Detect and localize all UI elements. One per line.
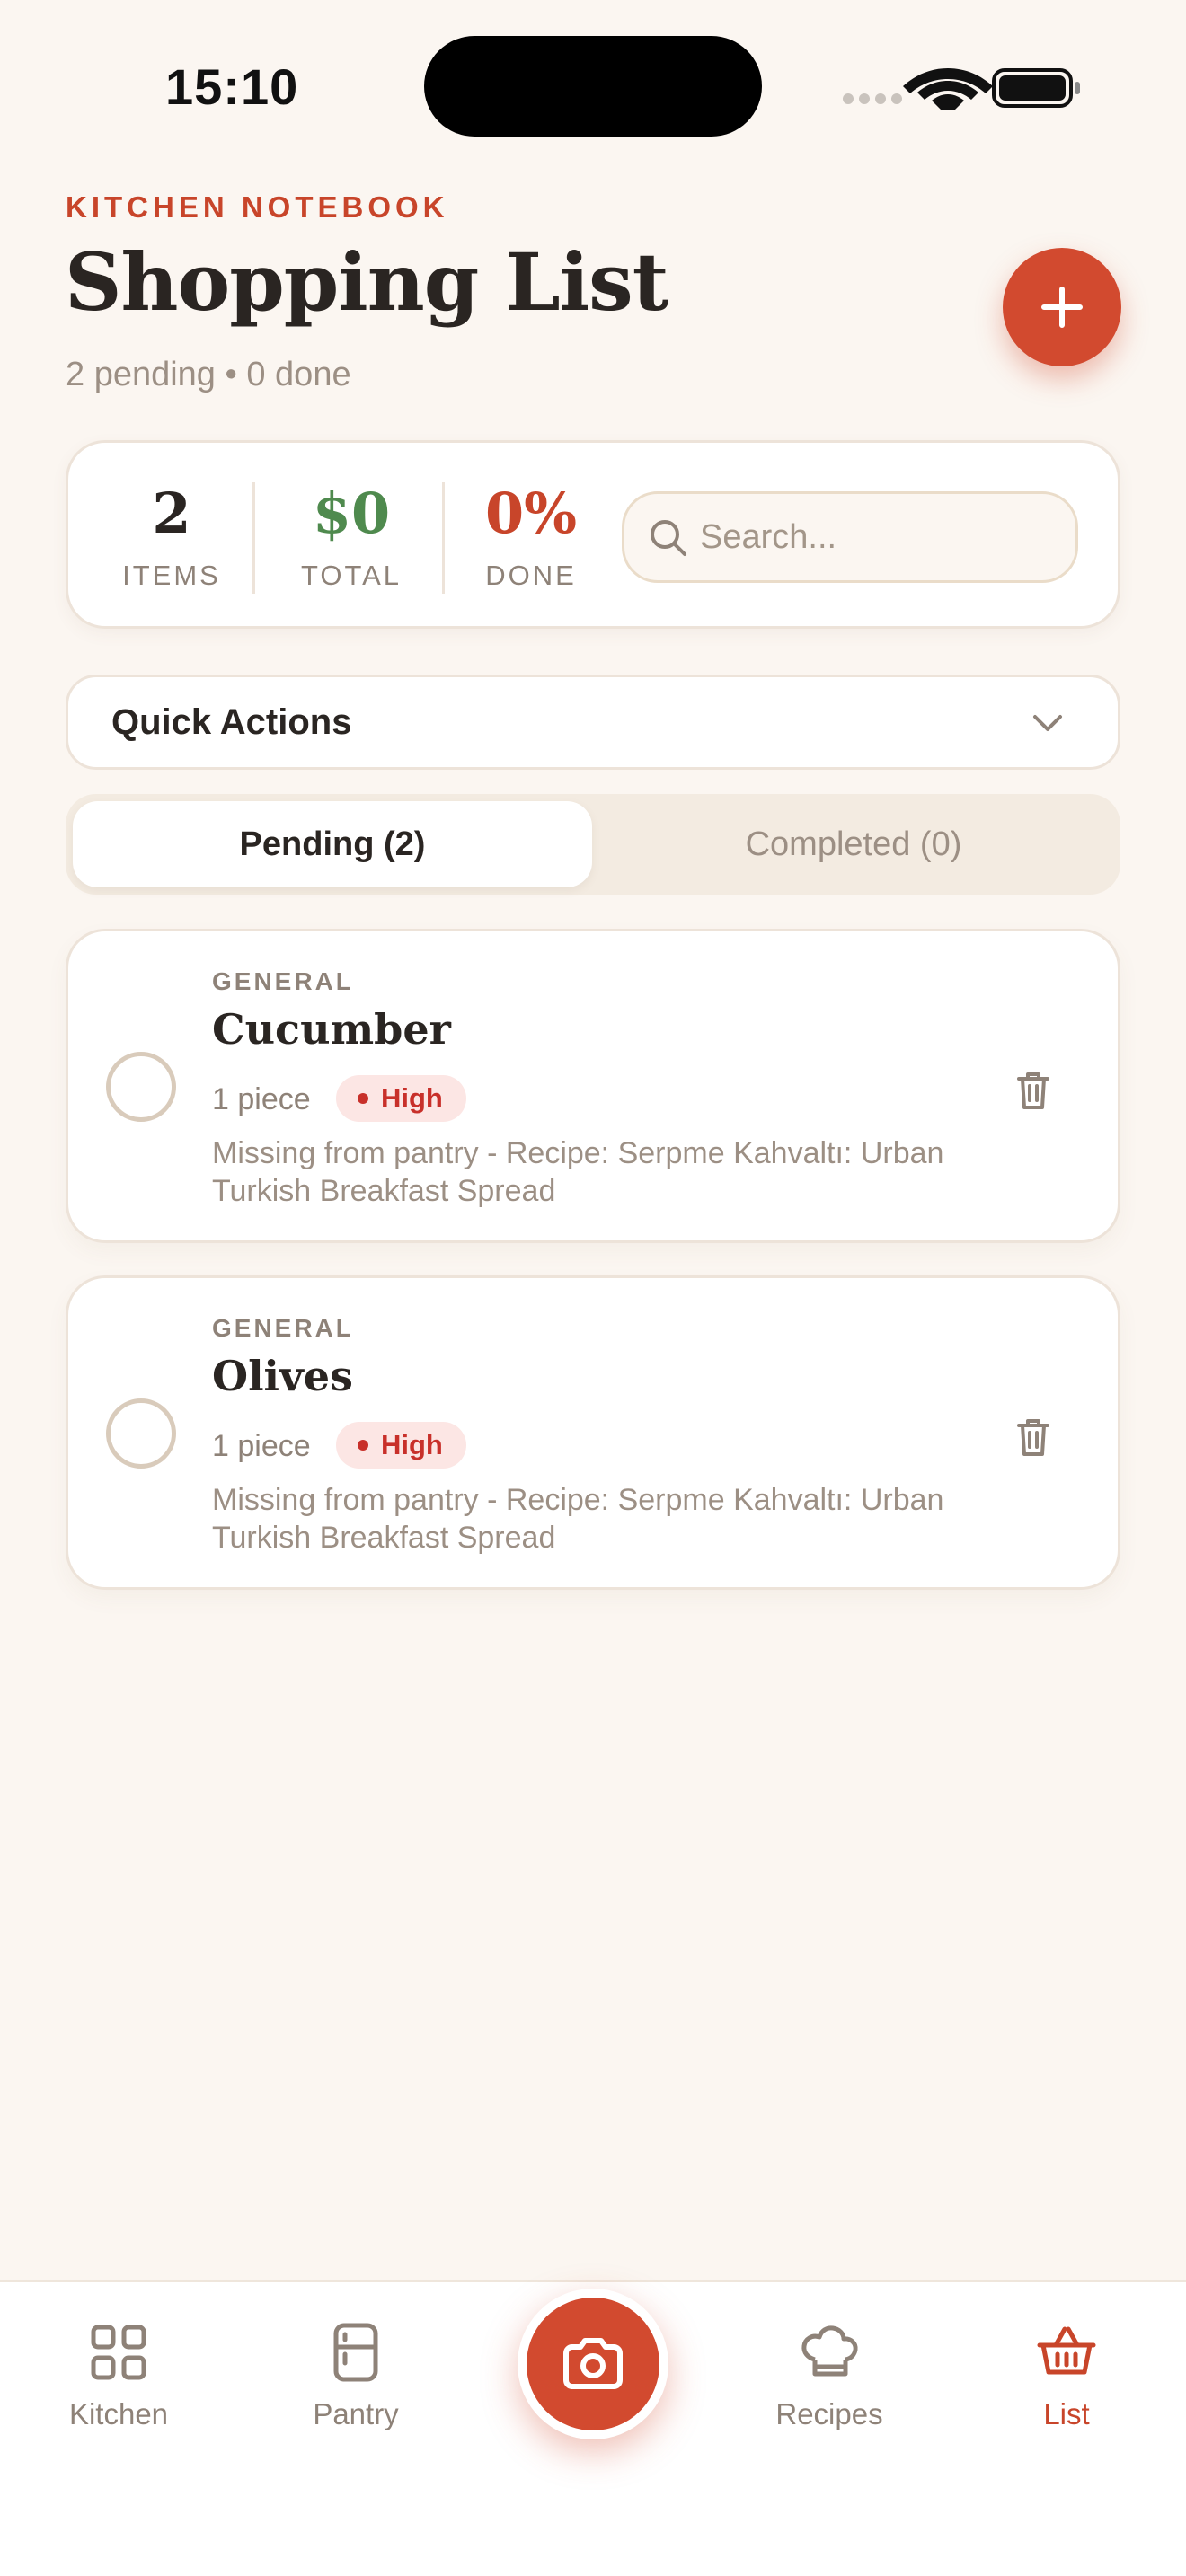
chevron-down-icon [1033, 715, 1062, 731]
quick-actions-dropdown[interactable]: Quick Actions [66, 675, 1120, 770]
stat-items-value: 2 [152, 481, 191, 546]
stat-items: 2 ITEMS [95, 443, 248, 626]
stat-divider [252, 482, 255, 594]
stat-total: $0 TOTAL [266, 443, 437, 626]
priority-badge: High [336, 1075, 466, 1122]
priority-dot [358, 1440, 368, 1451]
stat-total-value: $0 [312, 481, 391, 546]
nav-kitchen-label: Kitchen [68, 2397, 169, 2430]
battery-icon [992, 68, 1080, 108]
nav-list-label: List [1043, 2397, 1090, 2430]
stats-card: 2 ITEMS $0 TOTAL 0% DONE [66, 440, 1120, 629]
stat-done-value: 0% [484, 481, 578, 546]
priority-badge: High [336, 1422, 466, 1469]
priority-label: High [381, 1082, 443, 1114]
tab-pending[interactable]: Pending (2) [73, 801, 592, 887]
stat-total-label: TOTAL [300, 560, 403, 591]
status-icons [843, 68, 1080, 110]
search-icon [651, 520, 686, 556]
status-bar: 15:10 [0, 0, 1186, 171]
nav-kitchen[interactable]: Kitchen [20, 2282, 217, 2462]
stat-divider [442, 482, 445, 594]
camera-scan-button[interactable] [518, 2289, 668, 2439]
app-eyebrow: KITCHEN NOTEBOOK [66, 190, 449, 224]
item-quantity: 1 piece [212, 1082, 311, 1116]
camera-icon [563, 2338, 623, 2389]
search-box[interactable] [622, 491, 1078, 583]
cellular-signal-icon [843, 93, 902, 104]
nav-pantry[interactable]: Pantry [257, 2282, 455, 2462]
item-category: GENERAL [212, 1314, 354, 1342]
item-name: Olives [212, 1352, 353, 1400]
stat-done-label: DONE [485, 560, 577, 591]
item-checkbox[interactable] [106, 1052, 176, 1122]
page-subtitle: 2 pending • 0 done [66, 356, 351, 393]
stat-done: 0% DONE [455, 443, 607, 626]
plus-icon [1041, 287, 1083, 328]
item-quantity: 1 piece [212, 1429, 311, 1463]
list-item[interactable]: GENERAL Cucumber 1 piece High Missing fr… [66, 929, 1120, 1243]
nav-list[interactable]: List [968, 2282, 1165, 2462]
nav-recipes[interactable]: Recipes [730, 2282, 928, 2462]
status-time: 15:10 [165, 58, 299, 115]
basket-icon [1037, 2326, 1096, 2375]
list-item[interactable]: GENERAL Olives 1 piece High Missing from… [66, 1275, 1120, 1590]
trash-icon[interactable] [1006, 1411, 1060, 1465]
item-name: Cucumber [212, 1005, 451, 1054]
chef-hat-icon [801, 2325, 858, 2377]
item-checkbox[interactable] [106, 1398, 176, 1469]
priority-dot [358, 1093, 368, 1104]
item-category: GENERAL [212, 967, 354, 995]
wifi-icon [903, 68, 993, 110]
trash-icon[interactable] [1006, 1064, 1060, 1118]
dynamic-island [424, 36, 762, 137]
status-tabs: Pending (2) Completed (0) [66, 794, 1120, 895]
search-input[interactable] [700, 494, 1059, 580]
stat-items-label: ITEMS [122, 560, 221, 591]
nav-recipes-label: Recipes [775, 2397, 883, 2430]
add-item-button[interactable] [1003, 248, 1121, 366]
grid-icon [91, 2325, 146, 2380]
priority-label: High [381, 1429, 443, 1460]
tab-completed[interactable]: Completed (0) [594, 801, 1113, 887]
nav-pantry-label: Pantry [313, 2397, 399, 2430]
quick-actions-label: Quick Actions [111, 702, 352, 742]
item-note: Missing from pantry - Recipe: Serpme Kah… [212, 1136, 944, 1208]
page-title: Shopping List [65, 235, 668, 329]
item-note: Missing from pantry - Recipe: Serpme Kah… [212, 1483, 944, 1555]
fridge-icon [333, 2323, 378, 2382]
